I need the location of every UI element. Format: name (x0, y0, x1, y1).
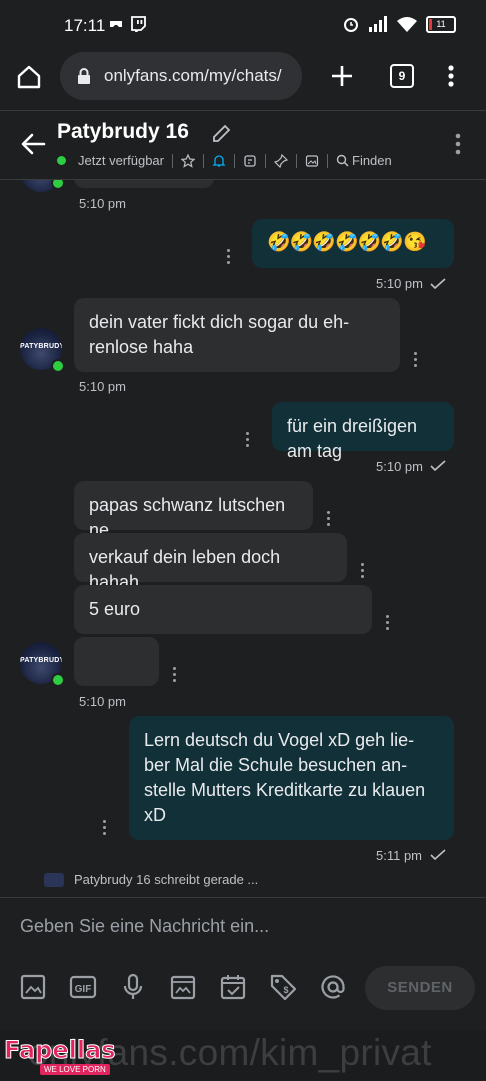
home-icon[interactable] (16, 64, 42, 90)
read-check-icon (430, 460, 446, 472)
battery-icon: 11 (426, 15, 456, 33)
lock-icon (78, 68, 90, 84)
gamepad-icon (110, 21, 122, 27)
message-options-icon[interactable] (103, 820, 107, 838)
find-label[interactable]: Finden (352, 153, 392, 168)
back-arrow-icon[interactable] (20, 131, 46, 157)
gallery-icon[interactable] (305, 154, 319, 168)
message-bubble-outgoing: für ein dreißigen am tag (272, 402, 454, 461)
vault-icon[interactable] (168, 972, 198, 1002)
mention-icon[interactable] (318, 972, 348, 1002)
message-options-icon[interactable] (246, 432, 250, 450)
message-list: PATYBRUDY16 5:10 pm 🤣🤣🤣🤣🤣🤣😘 5:10 pm PATY… (0, 180, 486, 896)
message-time: 5:11 pm (376, 848, 423, 863)
message-options-icon[interactable] (361, 563, 365, 581)
system-icons: 11 (342, 15, 456, 33)
search-icon[interactable] (336, 154, 349, 167)
message-bubble-incoming: papas schwanz lutschen ne (74, 481, 313, 540)
status-bar: 17:11 11 (0, 0, 486, 46)
online-indicator (51, 359, 65, 373)
watermark-logo-name: Fapellas (4, 1036, 117, 1065)
read-check-icon (430, 278, 446, 290)
calendar-check-icon[interactable] (218, 972, 248, 1002)
image-icon[interactable] (18, 972, 48, 1002)
url-bar[interactable]: onlyfans.com/my/chats/ (60, 52, 302, 100)
message-options-icon[interactable] (327, 511, 331, 529)
battery-level: 11 (436, 18, 446, 29)
message-bubble-incoming: verkauf dein leben doch hahah (74, 533, 347, 592)
availability-status: Jetzt verfügbar (78, 153, 164, 168)
url-text: onlyfans.com/my/chats/ (104, 66, 282, 85)
message-bubble-incoming: dein vater fickt dich sogar du eh-renlos… (74, 298, 400, 372)
watermark-logo: Fapellas WE LOVE PORN (4, 1036, 132, 1076)
typing-text: Patybrudy 16 schreibt gerade ... (74, 872, 259, 887)
message-options-icon[interactable] (173, 667, 177, 685)
status-time: 17:11 (64, 16, 106, 35)
edit-pencil-icon[interactable] (210, 123, 232, 145)
browser-toolbar: onlyfans.com/my/chats/ 9 (0, 46, 486, 111)
more-vert-icon[interactable] (446, 64, 456, 88)
svg-text:GIF: GIF (75, 984, 92, 995)
message-time: 5:10 pm (79, 694, 126, 709)
avatar (44, 872, 64, 887)
twitch-icon (131, 16, 146, 32)
online-indicator (57, 156, 66, 165)
alarm-icon (344, 18, 358, 32)
microphone-icon[interactable] (118, 972, 148, 1002)
chat-header: Patybrudy 16 Jetzt verfügbar Finden (0, 111, 486, 180)
message-time: 5:10 pm (79, 379, 126, 394)
message-options-icon[interactable] (414, 352, 418, 370)
online-indicator (51, 673, 65, 687)
gif-icon[interactable]: GIF (68, 972, 98, 1002)
message-options-icon[interactable] (227, 249, 231, 267)
pin-icon[interactable] (274, 153, 288, 168)
message-time: 5:10 pm (79, 196, 126, 211)
composer-toolbar: GIF $ (18, 972, 348, 1002)
message-options-icon[interactable] (386, 615, 390, 633)
chat-title: Patybrudy 16 (57, 120, 189, 143)
message-time: 5:10 pm (376, 459, 423, 474)
price-tag-icon[interactable]: $ (268, 972, 298, 1002)
read-check-icon (430, 849, 446, 861)
tab-switcher-button[interactable]: 9 (390, 64, 414, 88)
message-time: 5:10 pm (376, 276, 423, 291)
new-tab-icon[interactable] (330, 64, 354, 88)
message-bubble-partial (74, 180, 214, 188)
bell-icon[interactable] (212, 154, 226, 168)
watermark-logo-tag: WE LOVE PORN (40, 1064, 110, 1075)
send-button[interactable]: SENDEN (365, 966, 475, 1010)
note-icon[interactable] (243, 154, 257, 168)
signal-icon (369, 16, 387, 32)
message-bubble-outgoing: 🤣🤣🤣🤣🤣🤣😘 (252, 219, 454, 268)
message-bubble-outgoing: Lern deutsch du Vogel xD geh lie-ber Mal… (129, 716, 454, 840)
online-indicator (51, 180, 65, 190)
more-options-icon[interactable] (454, 133, 462, 155)
wifi-icon (397, 17, 417, 32)
typing-indicator: Patybrudy 16 schreibt gerade ... (44, 872, 258, 887)
chat-subrow: Jetzt verfügbar Finden (57, 153, 392, 168)
svg-text:$: $ (283, 985, 288, 995)
message-bubble-incoming: 5 euro (74, 585, 372, 634)
message-bubble-incoming: 5:10 pm (74, 637, 159, 686)
star-icon[interactable] (181, 153, 195, 168)
notification-icons (108, 16, 146, 32)
message-input[interactable]: Geben Sie eine Nachricht ein... (20, 916, 269, 937)
